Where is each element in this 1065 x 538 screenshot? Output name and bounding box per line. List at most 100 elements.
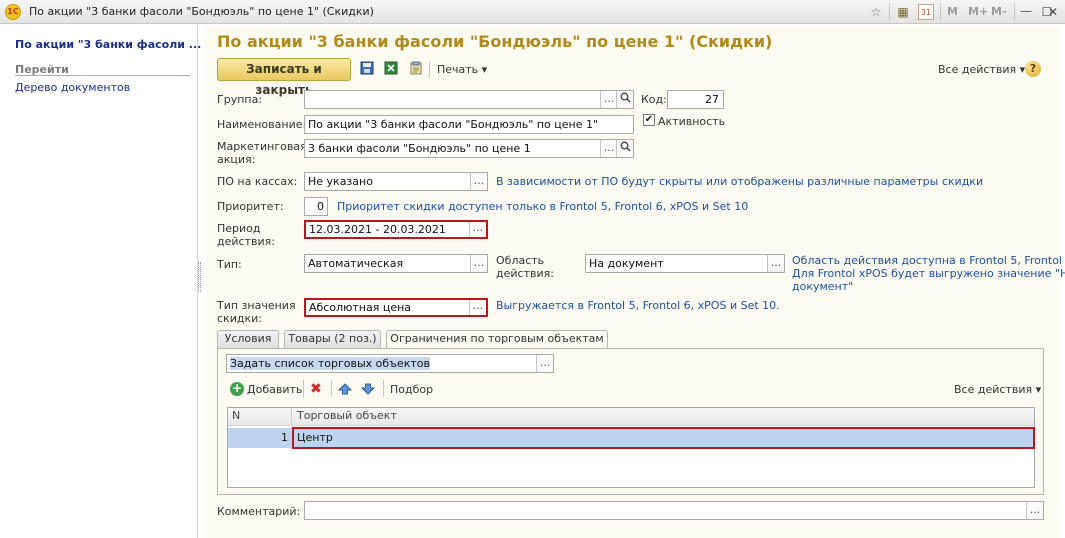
value-type-label-line1: Тип значения <box>217 299 296 312</box>
comment-field[interactable]: ... <box>304 501 1044 520</box>
scope-hint-line1: Область действия доступна в Frontol 5, F… <box>792 254 1065 267</box>
code-label: Код: <box>641 93 667 106</box>
toolbar-divider <box>940 3 941 21</box>
type-field[interactable]: Автоматическая ... <box>304 254 488 273</box>
navigation-panel <box>0 25 198 538</box>
period-select-button[interactable]: ... <box>469 222 486 237</box>
calendar-icon[interactable]: 31 <box>918 4 934 20</box>
comment-label: Комментарий: <box>217 505 301 518</box>
pos-software-value: Не указано <box>308 175 373 188</box>
priority-label: Приоритет: <box>217 200 284 213</box>
period-label-line1: Период <box>217 222 261 235</box>
save-and-close-button[interactable]: Записать и закрыть <box>217 58 351 97</box>
form-title: По акции "3 банки фасоли "Бондюэль" по ц… <box>217 32 773 51</box>
promo-search-icon[interactable] <box>616 140 633 157</box>
toolbar-divider <box>1014 3 1015 21</box>
window-minimize-icon[interactable]: — <box>1020 5 1032 18</box>
clipboard-icon[interactable] <box>408 61 424 77</box>
memory-m-button[interactable]: M <box>947 5 958 18</box>
type-select-button[interactable]: ... <box>470 255 487 272</box>
help-icon[interactable]: ? <box>1025 61 1041 77</box>
store-object-value: Центр <box>297 431 333 444</box>
scope-field[interactable]: На документ ... <box>585 254 785 273</box>
print-menu-button[interactable]: Печать ▾ <box>437 63 487 76</box>
scope-label-line1: Область <box>496 254 545 267</box>
promo-value: 3 банки фасоли "Бондюэль" по цене 1 <box>308 142 531 155</box>
scope-value: На документ <box>589 257 664 270</box>
tab-products[interactable]: Товары (2 поз.) <box>284 330 381 348</box>
save-disk-icon[interactable] <box>359 61 375 77</box>
move-up-icon[interactable] <box>337 382 353 399</box>
group-label: Группа: <box>217 93 263 106</box>
value-type-field[interactable]: Абсолютная цена ... <box>304 298 488 317</box>
move-down-icon[interactable] <box>360 382 376 399</box>
table-all-actions-menu-button[interactable]: Все действия ▾ <box>954 383 1041 396</box>
active-checkbox[interactable]: ✔ <box>643 114 655 126</box>
group-search-icon[interactable] <box>616 91 633 108</box>
chevron-down-icon: ▾ <box>481 63 488 76</box>
toolbar-divider <box>383 380 384 397</box>
group-select-button[interactable]: ... <box>600 91 617 108</box>
memory-m-plus-button[interactable]: M+ <box>968 5 988 18</box>
app-logo-icon[interactable]: 1C <box>5 4 21 20</box>
memory-m-minus-button[interactable]: M- <box>991 5 1007 18</box>
toolbar-divider <box>331 380 332 397</box>
nav-link-document-tree[interactable]: Дерево документов <box>15 81 130 94</box>
group-field[interactable]: ... <box>304 90 634 109</box>
all-actions-menu-button[interactable]: Все действия ▾ <box>938 63 1025 76</box>
period-value: 12.03.2021 - 20.03.2021 <box>309 223 446 236</box>
favorite-star-icon[interactable]: ☆ <box>868 4 884 20</box>
comment-select-button[interactable]: ... <box>1026 502 1043 519</box>
toolbar-divider <box>889 3 890 21</box>
scope-select-button[interactable]: ... <box>767 255 784 272</box>
column-header-store-object[interactable]: Торговый объект <box>297 409 397 422</box>
type-label: Тип: <box>217 258 242 271</box>
value-type-hint: Выгружается в Frontol 5, Frontol 6, xPOS… <box>496 299 780 312</box>
name-label: Наименование: <box>217 118 307 131</box>
excel-export-icon[interactable] <box>383 61 399 77</box>
type-value: Автоматическая <box>308 257 404 270</box>
name-field[interactable]: По акции "3 банки фасоли "Бондюэль" по ц… <box>304 115 634 134</box>
value-type-select-button[interactable]: ... <box>469 300 486 315</box>
store-objects-table[interactable]: N Торговый объект 1 Центр <box>227 407 1035 488</box>
window-title: По акции "3 банки фасоли "Бондюэль" по ц… <box>29 5 374 18</box>
toolbar-divider <box>429 62 430 78</box>
active-label: Активность <box>658 115 726 128</box>
panel-splitter-handle[interactable] <box>198 262 201 292</box>
restriction-mode-select-button[interactable]: ... <box>536 355 553 372</box>
promo-select-button[interactable]: ... <box>600 140 617 157</box>
priority-field[interactable]: 0 <box>304 197 328 216</box>
promo-label-line1: Маркетинговая <box>217 140 307 153</box>
column-header-n[interactable]: N <box>232 409 240 422</box>
scope-label-line2: действия: <box>496 267 554 280</box>
chevron-down-icon: ▾ <box>1035 383 1042 396</box>
scope-hint-line3: документ" <box>792 280 854 293</box>
pos-software-field[interactable]: Не указано ... <box>304 172 488 191</box>
pos-software-label: ПО на кассах: <box>217 175 298 188</box>
toolbar-divider <box>303 380 304 397</box>
add-plus-icon[interactable]: + <box>230 382 244 396</box>
period-field[interactable]: 12.03.2021 - 20.03.2021 ... <box>304 220 488 239</box>
priority-hint: Приоритет скидки доступен только в Front… <box>337 200 749 213</box>
pos-software-hint: В зависимости от ПО будут скрыты или ото… <box>496 175 984 188</box>
value-type-label-line2: скидки: <box>217 312 262 325</box>
store-object-cell[interactable]: Центр <box>292 427 1035 449</box>
period-label-line2: действия: <box>217 235 275 248</box>
print-label: Печать <box>437 63 479 76</box>
delete-row-icon[interactable]: ✖ <box>310 382 322 396</box>
tab-store-restrictions[interactable]: Ограничения по торговым объектам (1) <box>386 330 608 361</box>
window-close-icon[interactable]: ✕ <box>1045 4 1061 20</box>
pick-button[interactable]: Подбор <box>390 383 433 396</box>
promo-field[interactable]: 3 банки фасоли "Бондюэль" по цене 1 ... <box>304 139 634 158</box>
all-actions-label: Все действия <box>938 63 1017 76</box>
calculator-icon[interactable]: ▦ <box>895 4 911 20</box>
restriction-mode-field[interactable]: Задать список торговых объектов ... <box>226 354 554 373</box>
promo-label-line2: акция: <box>217 153 256 166</box>
code-field[interactable]: 27 <box>667 90 724 109</box>
row-number-cell: 1 <box>281 431 288 444</box>
nav-title: По акции "3 банки фасоли ... <box>15 38 202 51</box>
pos-software-select-button[interactable]: ... <box>470 173 487 190</box>
restriction-mode-value: Задать список торговых объектов <box>230 357 430 370</box>
add-row-button[interactable]: Добавить <box>247 383 302 396</box>
tab-conditions[interactable]: Условия <box>217 330 279 348</box>
